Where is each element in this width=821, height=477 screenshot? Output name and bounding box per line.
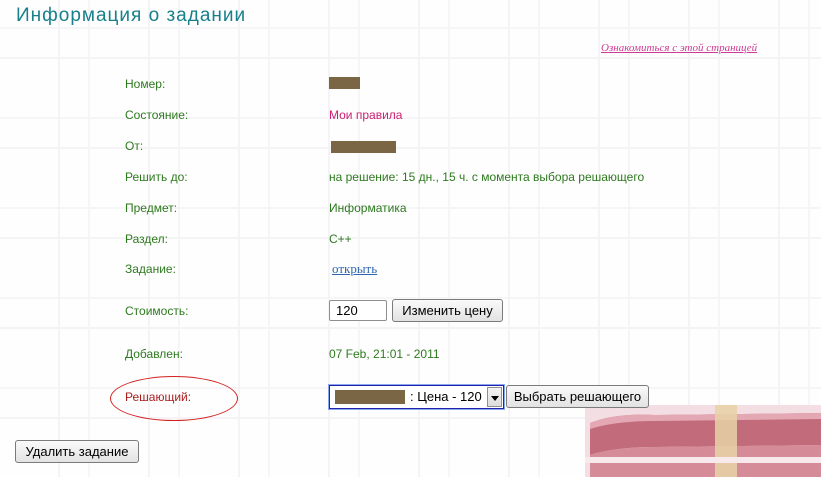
redacted-block [335, 390, 405, 404]
price-input[interactable] [329, 300, 387, 321]
redacted-block [329, 77, 360, 89]
price-label: Стоимость: [125, 304, 189, 318]
page-title: Информация о задании [16, 5, 247, 26]
chevron-down-icon[interactable] [487, 387, 502, 407]
task-value: открыть [332, 261, 377, 277]
solver-label: Решающий: [125, 390, 192, 404]
delete-task-button[interactable]: Удалить задание [15, 440, 139, 463]
choose-solver-button[interactable]: Выбрать решающего [506, 385, 649, 408]
added-value: 07 Feb, 21:01 - 2011 [329, 347, 440, 361]
redacted-block [331, 141, 396, 153]
from-label: От: [125, 139, 144, 153]
status-label: Состояние: [125, 108, 189, 122]
status-value: Мои правила [329, 108, 403, 122]
added-label: Добавлен: [125, 347, 183, 361]
subject-value: Информатика [329, 201, 407, 215]
deadline-label: Решить до: [125, 170, 188, 184]
number-value [329, 77, 360, 92]
section-value: C++ [329, 232, 352, 246]
deadline-value: на решение: 15 дн., 15 ч. с момента выбо… [329, 170, 645, 184]
about-page-link[interactable]: Ознакомиться с этой страницей [601, 42, 757, 54]
open-task-link[interactable]: открыть [332, 261, 377, 276]
subject-label: Предмет: [125, 201, 178, 215]
solver-select-value: : Цена - 120 [410, 389, 482, 404]
task-label: Задание: [125, 262, 176, 276]
number-label: Номер: [125, 77, 166, 91]
solver-select[interactable]: : Цена - 120 [328, 384, 505, 410]
section-label: Раздел: [125, 232, 168, 246]
change-price-button[interactable]: Изменить цену [392, 299, 503, 322]
from-value [331, 141, 396, 156]
